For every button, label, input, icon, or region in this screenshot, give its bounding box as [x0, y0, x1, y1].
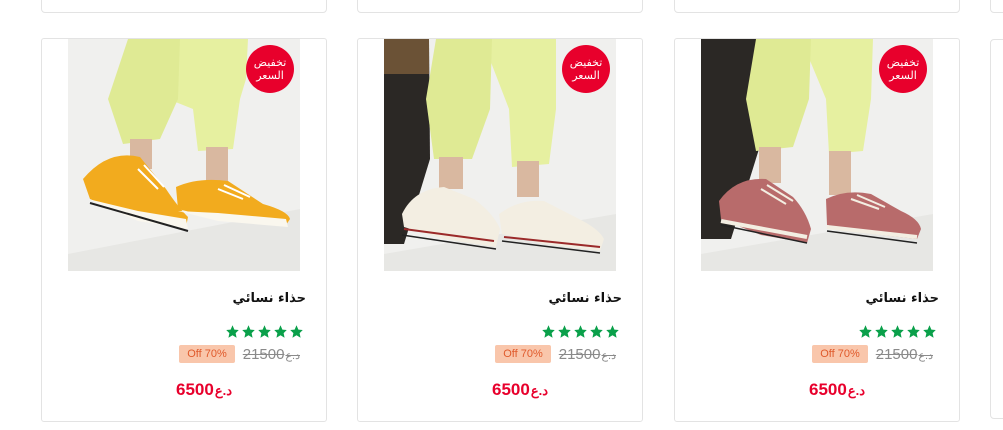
product-grid: تخفيض السعر حذاء نسائي Off 70% 21500 د.ع…: [0, 0, 1003, 430]
old-price: 21500 د.ع: [559, 346, 616, 363]
price-value: 6500: [492, 380, 530, 399]
product-card-partial[interactable]: [990, 0, 1003, 13]
sale-badge-line2: السعر: [889, 69, 917, 82]
price-currency: د.ع: [530, 383, 548, 398]
current-price: 6500 د.ع: [809, 380, 865, 400]
star-icon: [875, 325, 888, 338]
star-icon: [274, 325, 287, 338]
star-icon: [859, 325, 872, 338]
sale-badge-line1: تخفيض: [569, 56, 603, 69]
sale-badge-line2: السعر: [256, 69, 284, 82]
star-icon: [907, 325, 920, 338]
discount-badge: Off 70%: [812, 345, 868, 363]
price-currency: د.ع: [214, 383, 232, 398]
star-icon: [258, 325, 271, 338]
current-price: 6500 د.ع: [176, 380, 232, 400]
product-title[interactable]: حذاء نسائي: [368, 291, 622, 306]
old-price-currency: د.ع: [601, 349, 616, 362]
star-icon: [590, 325, 603, 338]
product-image[interactable]: تخفيض السعر: [384, 39, 616, 271]
price-value: 6500: [176, 380, 214, 399]
old-price-value: 21500: [242, 345, 285, 363]
old-price: 21500 د.ع: [243, 346, 300, 363]
star-icon: [891, 325, 904, 338]
product-title[interactable]: حذاء نسائي: [685, 291, 939, 306]
product-card[interactable]: تخفيض السعر حذاء نسائي Off 70% 21500 د.ع…: [674, 38, 960, 422]
product-card[interactable]: تخفيض السعر حذاء نسائي Off 70% 21500 د.ع…: [357, 38, 643, 422]
rating-stars: [541, 324, 620, 339]
rating-stars: [858, 324, 937, 339]
product-title[interactable]: حذاء نسائي: [52, 291, 306, 306]
star-icon: [606, 325, 619, 338]
sale-badge-line1: تخفيض: [886, 56, 920, 69]
product-card-partial[interactable]: [674, 0, 960, 13]
sale-badge-line2: السعر: [572, 69, 600, 82]
old-price-row: Off 70% 21500 د.ع: [812, 345, 933, 363]
price-currency: د.ع: [847, 383, 865, 398]
star-icon: [226, 325, 239, 338]
product-card-partial[interactable]: [41, 0, 327, 13]
star-icon: [574, 325, 587, 338]
current-price: 6500 د.ع: [492, 380, 548, 400]
old-price: 21500 د.ع: [876, 346, 933, 363]
old-price-value: 21500: [875, 345, 918, 363]
old-price-value: 21500: [558, 345, 601, 363]
product-image[interactable]: تخفيض السعر: [701, 39, 933, 271]
old-price-row: Off 70% 21500 د.ع: [495, 345, 616, 363]
product-card[interactable]: تخفيض السعر حذاء نسائي Off 70% 21500 د.ع…: [41, 38, 327, 422]
sale-badge: تخفيض السعر: [246, 45, 294, 93]
product-card-partial[interactable]: [357, 0, 643, 13]
product-card-partial[interactable]: [990, 39, 1003, 419]
price-value: 6500: [809, 380, 847, 399]
star-icon: [923, 325, 936, 338]
old-price-row: Off 70% 21500 د.ع: [179, 345, 300, 363]
star-icon: [558, 325, 571, 338]
star-icon: [290, 325, 303, 338]
star-icon: [242, 325, 255, 338]
sale-badge: تخفيض السعر: [879, 45, 927, 93]
old-price-currency: د.ع: [285, 349, 300, 362]
old-price-currency: د.ع: [918, 349, 933, 362]
rating-stars: [225, 324, 304, 339]
product-image[interactable]: تخفيض السعر: [68, 39, 300, 271]
discount-badge: Off 70%: [495, 345, 551, 363]
sale-badge-line1: تخفيض: [253, 56, 287, 69]
star-icon: [542, 325, 555, 338]
discount-badge: Off 70%: [179, 345, 235, 363]
sale-badge: تخفيض السعر: [562, 45, 610, 93]
